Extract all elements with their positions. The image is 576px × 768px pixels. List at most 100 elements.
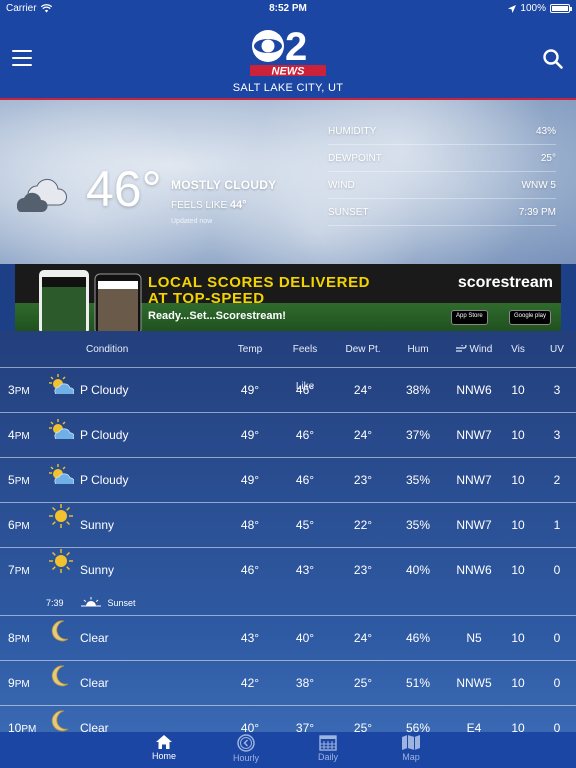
row-temp: 43° — [240, 631, 260, 645]
battery-percent: 100% — [520, 3, 546, 14]
row-hour: 6 — [8, 518, 15, 532]
table-row[interactable]: 3PM P Cloudy 49° 46° 24° 38% NNW6 10 3 — [0, 368, 576, 413]
row-temp: 49° — [240, 473, 260, 487]
row-hour: 10 — [8, 721, 22, 732]
row-ampm: PM — [14, 431, 30, 442]
row-condition: P Cloudy — [80, 383, 129, 397]
table-row[interactable]: 6PM Sunny 48° 45° 22° 35% NNW7 10 1 — [0, 503, 576, 548]
row-dew-point: 23° — [353, 473, 373, 487]
row-time: 9PM — [8, 661, 48, 706]
row-condition: Clear — [80, 631, 109, 645]
row-feels-like: 45° — [295, 518, 315, 532]
ad-title: LOCAL SCORES DELIVERED AT TOP-SPEED — [148, 275, 370, 307]
row-wind: NNW7 — [456, 428, 492, 442]
row-dew-point: 24° — [353, 383, 373, 397]
moon-icon — [51, 706, 71, 732]
scorestream-ad-banner[interactable]: LOCAL SCORES DELIVERED AT TOP-SPEED Read… — [15, 264, 561, 331]
hamburger-menu-button[interactable] — [12, 50, 32, 66]
row-hour: 7 — [8, 563, 15, 577]
row-dew-point: 22° — [353, 518, 373, 532]
row-ampm: PM — [14, 566, 30, 577]
header-feels-like: Feels Like — [292, 344, 318, 392]
row-temp: 49° — [240, 383, 260, 397]
ad-subtitle: Ready...Set...Scorestream! — [148, 310, 286, 322]
feels-like-value: 44° — [229, 199, 247, 211]
stat-label: DEWPOINT — [328, 152, 382, 164]
table-row[interactable]: 7PM Sunny 46° 43° 23° 40% NNW6 10 0 7:39 Sunset — [0, 548, 576, 616]
app-store-badge[interactable]: App Store — [451, 310, 488, 325]
row-visibility: 10 — [511, 383, 525, 397]
table-row[interactable]: 10PM Clear 40° 37° 25° 56% E4 10 0 — [0, 706, 576, 732]
status-right: 100% — [508, 3, 572, 14]
row-uv: 0 — [553, 676, 561, 690]
row-uv: 0 — [553, 563, 561, 577]
row-uv: 3 — [553, 383, 561, 397]
cbs-2-news-logo: 2 NEWS — [250, 28, 326, 78]
row-visibility: 10 — [511, 473, 525, 487]
logo-news-text: NEWS — [272, 66, 306, 78]
row-feels-like: 38° — [295, 676, 315, 690]
header-wind-label: Wind — [469, 344, 493, 355]
tab-map[interactable]: Map — [381, 734, 441, 768]
table-row[interactable]: 5PM P Cloudy 49° 46° 23° 35% NNW7 10 2 — [0, 458, 576, 503]
row-condition: Sunny — [80, 563, 115, 577]
tab-home[interactable]: Home — [134, 734, 194, 768]
stat-value: 25° — [540, 152, 556, 164]
feels-like: FEELS LIKE 44° — [171, 199, 247, 211]
sunset-icon — [80, 597, 101, 607]
table-row[interactable]: 9PM Clear 42° 38° 25° 51% NNW5 10 0 — [0, 661, 576, 706]
menu-line-icon — [12, 57, 32, 59]
google-play-badge[interactable]: Google play — [509, 310, 552, 325]
row-time: 7PM — [8, 548, 48, 593]
row-humidity: 35% — [405, 518, 431, 532]
row-time: 8PM — [8, 616, 48, 661]
row-feels-like: 46° — [295, 473, 315, 487]
tab-daily[interactable]: Daily — [298, 734, 358, 768]
row-condition-icon-wrap — [46, 368, 76, 413]
stat-wind: WIND WNW 5 — [328, 172, 556, 199]
table-row[interactable]: 4PM P Cloudy 49° 46° 24° 37% NNW7 10 3 — [0, 413, 576, 458]
stat-humidity: HUMIDITY 43% — [328, 118, 556, 145]
row-time: 6PM — [8, 503, 48, 548]
wind-icon — [455, 345, 467, 352]
search-button[interactable] — [542, 48, 564, 70]
row-humidity: 46% — [405, 631, 431, 645]
stat-label: HUMIDITY — [328, 125, 377, 137]
row-visibility: 10 — [511, 518, 525, 532]
calendar-icon — [319, 735, 337, 751]
row-humidity: 35% — [405, 473, 431, 487]
app-header: 2 NEWS SALT LAKE CITY, UT — [0, 18, 576, 100]
row-humidity: 37% — [405, 428, 431, 442]
row-wind: N5 — [466, 631, 482, 645]
row-feels-like: 37° — [295, 721, 315, 732]
row-visibility: 10 — [511, 428, 525, 442]
mostly-cloudy-icon — [16, 178, 67, 212]
row-visibility: 10 — [511, 721, 525, 732]
hourly-forecast-table[interactable]: Condition Temp Feels Like Dew Pt. Hum Wi… — [0, 331, 576, 732]
row-dew-point: 24° — [353, 631, 373, 645]
row-ampm: PM — [21, 724, 37, 732]
current-temperature: 46° — [86, 161, 162, 217]
table-row[interactable]: 8PM Clear 43° 40° 24° 46% N5 10 0 — [0, 616, 576, 661]
row-humidity: 38% — [405, 383, 431, 397]
row-hour: 8 — [8, 631, 15, 645]
row-hour: 3 — [8, 383, 15, 397]
tab-label: Daily — [317, 752, 338, 762]
table-rows: 3PM P Cloudy 49° 46° 24° 38% NNW6 10 3 4PM P Cloud… — [0, 368, 576, 732]
sunset-time: 7:39 — [46, 598, 64, 608]
header-uv: UV — [550, 344, 564, 355]
tab-label: Map — [402, 752, 420, 762]
row-uv: 2 — [553, 473, 561, 487]
row-ampm: PM — [14, 679, 30, 690]
tab-hourly[interactable]: Hourly — [216, 734, 276, 768]
row-time: 5PM — [8, 458, 48, 503]
row-dew-point: 25° — [353, 721, 373, 732]
row-condition-icon-wrap — [46, 616, 76, 661]
row-humidity: 40% — [405, 563, 431, 577]
sun-icon — [48, 548, 74, 593]
row-ampm: PM — [14, 521, 30, 532]
row-uv: 1 — [553, 518, 561, 532]
row-hour: 9 — [8, 676, 15, 690]
row-ampm: PM — [14, 634, 30, 645]
row-condition-icon-wrap — [46, 706, 76, 732]
